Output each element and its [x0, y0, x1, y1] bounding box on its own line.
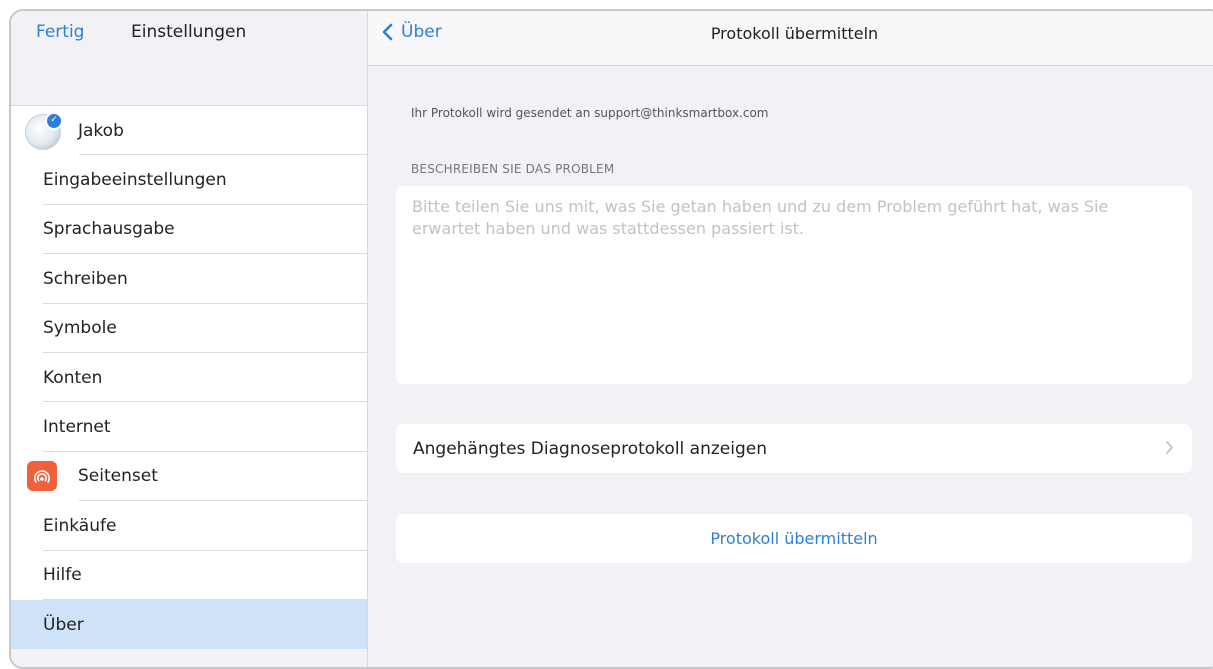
recipient-info-text: Ihr Protokoll wird gesendet an support@t… [411, 106, 769, 120]
sidebar-item-label: Schreiben [43, 268, 128, 289]
chevron-right-icon [1166, 441, 1173, 454]
sidebar-item-jakob[interactable]: ✓ Jakob [11, 106, 367, 156]
sidebar-item-einkaeufe[interactable]: Einkäufe [11, 501, 367, 551]
sidebar-item-label: Über [43, 614, 84, 635]
sidebar-item-label: Hilfe [43, 565, 82, 586]
sidebar-item-seitenset[interactable]: Seitenset [11, 452, 367, 502]
seitenset-icon-wrap [25, 457, 63, 495]
sidebar-item-schreiben[interactable]: Schreiben [11, 254, 367, 304]
broadcast-glyph-icon [34, 470, 50, 484]
user-avatar: ✓ [25, 111, 63, 150]
sidebar-item-ueber[interactable]: Über [11, 599, 367, 650]
sidebar-title: Einstellungen [131, 22, 247, 42]
sidebar-item-label: Symbole [43, 318, 117, 339]
submit-log-label: Protokoll übermitteln [710, 529, 878, 548]
sidebar-item-internet[interactable]: Internet [11, 402, 367, 453]
broadcast-icon [27, 461, 57, 492]
sidebar-item-konten[interactable]: Konten [11, 353, 367, 403]
problem-description-field[interactable] [412, 196, 1176, 374]
sidebar-item-sprachausgabe[interactable]: Sprachausgabe [11, 205, 367, 255]
done-button[interactable]: Fertig [36, 22, 84, 42]
checkmark-badge-icon: ✓ [45, 111, 63, 130]
app-window: Fertig Einstellungen ✓ Jakob Eingabeeins… [9, 9, 1213, 669]
sidebar-item-label: Internet [43, 417, 111, 438]
sidebar-header: Fertig Einstellungen [11, 11, 367, 67]
view-diagnose-log-label: Angehängtes Diagnoseprotokoll anzeigen [413, 438, 767, 459]
sidebar-item-label: Jakob [78, 120, 124, 141]
view-diagnose-log-row[interactable]: Angehängtes Diagnoseprotokoll anzeigen [396, 424, 1192, 473]
sidebar-item-label: Einkäufe [43, 515, 117, 536]
sidebar-item-label: Eingabeeinstellungen [43, 170, 227, 191]
settings-sidebar: Fertig Einstellungen ✓ Jakob Eingabeeins… [11, 11, 368, 667]
navigation-bar: Über Protokoll übermitteln [368, 11, 1213, 66]
problem-description-card [396, 186, 1192, 384]
detail-pane: Über Protokoll übermitteln Ihr Protokoll… [368, 11, 1213, 667]
problem-section-label: BESCHREIBEN SIE DAS PROBLEM [411, 162, 615, 176]
sidebar-item-eingabeeinstellungen[interactable]: Eingabeeinstellungen [11, 155, 367, 206]
sidebar-item-symbole[interactable]: Symbole [11, 304, 367, 354]
sidebar-item-hilfe[interactable]: Hilfe [11, 551, 367, 601]
page-title: Protokoll übermitteln [710, 24, 879, 43]
settings-list: ✓ Jakob Eingabeeinstellungen Sprachausga… [11, 105, 367, 650]
submit-log-button[interactable]: Protokoll übermitteln [396, 514, 1192, 563]
sidebar-item-label: Sprachausgabe [43, 219, 175, 240]
sidebar-item-label: Konten [43, 367, 103, 388]
sidebar-item-label: Seitenset [78, 466, 158, 487]
